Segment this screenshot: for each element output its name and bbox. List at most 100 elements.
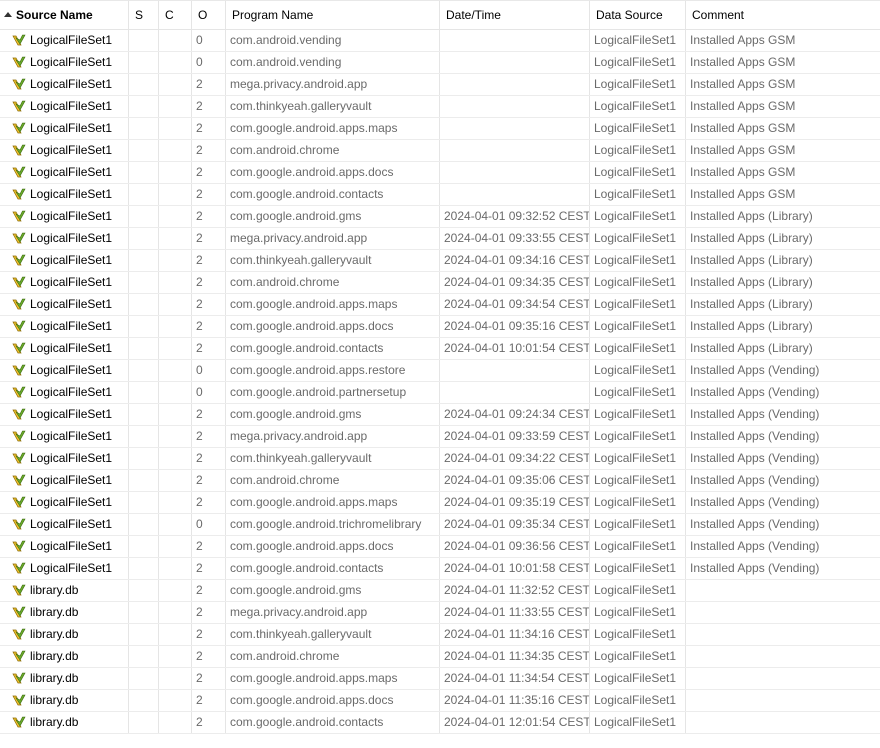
cell-text: Installed Apps GSM: [690, 187, 796, 201]
cell-data-source: LogicalFileSet1: [590, 74, 686, 95]
cell-text: com.google.android.apps.maps: [230, 671, 398, 685]
cell-source-name: LogicalFileSet1: [0, 206, 129, 227]
column-header-c[interactable]: C: [159, 1, 192, 30]
cell-text: 2: [196, 649, 203, 663]
cell-c: [159, 184, 192, 205]
file-tag-icon: [12, 254, 26, 266]
column-header-comment[interactable]: Comment: [686, 1, 880, 30]
table-row[interactable]: library.db 2 com.google.android.apps.doc…: [0, 690, 880, 712]
cell-comment: Installed Apps (Vending): [686, 536, 880, 557]
cell-program-name: com.android.chrome: [226, 646, 440, 667]
file-tag-icon: [12, 540, 26, 552]
cell-date-time: 2024-04-01 09:33:59 CEST: [440, 426, 590, 447]
cell-text: LogicalFileSet1: [594, 165, 677, 179]
table-row[interactable]: LogicalFileSet1 2 com.thinkyeah.galleryv…: [0, 250, 880, 272]
cell-text: Installed Apps (Vending): [690, 561, 820, 575]
table-row[interactable]: LogicalFileSet1 2 mega.privacy.android.a…: [0, 228, 880, 250]
cell-c: [159, 294, 192, 315]
cell-text: 2024-04-01 09:33:59 CEST: [444, 429, 590, 443]
cell-text: LogicalFileSet1: [594, 473, 677, 487]
cell-text: com.google.android.apps.docs: [230, 319, 394, 333]
cell-text: Installed Apps GSM: [690, 33, 796, 47]
file-tag-icon: [12, 298, 26, 310]
cell-date-time: 2024-04-01 09:34:22 CEST: [440, 448, 590, 469]
table-row[interactable]: LogicalFileSet1 0 com.google.android.tri…: [0, 514, 880, 536]
table-row[interactable]: LogicalFileSet1 2 com.google.android.app…: [0, 536, 880, 558]
table-row[interactable]: LogicalFileSet1 2 com.thinkyeah.galleryv…: [0, 448, 880, 470]
cell-comment: Installed Apps (Vending): [686, 492, 880, 513]
cell-date-time: [440, 118, 590, 139]
cell-comment: Installed Apps GSM: [686, 184, 880, 205]
cell-source-name: LogicalFileSet1: [0, 294, 129, 315]
table-row[interactable]: LogicalFileSet1 2 com.google.android.app…: [0, 162, 880, 184]
cell-text: LogicalFileSet1: [30, 561, 113, 575]
table-row[interactable]: LogicalFileSet1 2 com.google.android.gms…: [0, 206, 880, 228]
cell-s: [129, 470, 159, 491]
table-row[interactable]: LogicalFileSet1 0 com.android.vending Lo…: [0, 30, 880, 52]
table-row[interactable]: LogicalFileSet1 2 com.android.chrome Log…: [0, 140, 880, 162]
cell-source-name: LogicalFileSet1: [0, 514, 129, 535]
cell-program-name: com.google.android.apps.maps: [226, 118, 440, 139]
cell-text: com.google.android.gms: [230, 583, 362, 597]
table-row[interactable]: LogicalFileSet1 2 com.google.android.app…: [0, 492, 880, 514]
cell-program-name: com.google.android.apps.restore: [226, 360, 440, 381]
cell-text: com.thinkyeah.galleryvault: [230, 627, 372, 641]
cell-c: [159, 228, 192, 249]
cell-o: 2: [192, 404, 226, 425]
cell-c: [159, 624, 192, 645]
cell-data-source: LogicalFileSet1: [590, 316, 686, 337]
column-header-source-name[interactable]: Source Name: [0, 1, 129, 30]
table-row[interactable]: library.db 2 com.google.android.gms 2024…: [0, 580, 880, 602]
cell-s: [129, 360, 159, 381]
cell-date-time: 2024-04-01 10:01:54 CEST: [440, 338, 590, 359]
table-row[interactable]: LogicalFileSet1 2 com.thinkyeah.galleryv…: [0, 96, 880, 118]
table-row[interactable]: LogicalFileSet1 2 com.google.android.app…: [0, 294, 880, 316]
table-row[interactable]: LogicalFileSet1 2 com.android.chrome 202…: [0, 470, 880, 492]
table-row[interactable]: LogicalFileSet1 2 com.google.android.con…: [0, 184, 880, 206]
cell-text: LogicalFileSet1: [594, 539, 677, 553]
cell-text: 2024-04-01 11:35:16 CEST: [444, 693, 590, 707]
cell-text: 2: [196, 341, 203, 355]
table-row[interactable]: LogicalFileSet1 2 com.google.android.app…: [0, 118, 880, 140]
table-row[interactable]: LogicalFileSet1 0 com.android.vending Lo…: [0, 52, 880, 74]
table-row[interactable]: library.db 2 mega.privacy.android.app 20…: [0, 602, 880, 624]
table-row[interactable]: LogicalFileSet1 0 com.google.android.app…: [0, 360, 880, 382]
cell-comment: Installed Apps (Vending): [686, 558, 880, 579]
column-header-date-time[interactable]: Date/Time: [440, 1, 590, 30]
column-header-o[interactable]: O: [192, 1, 226, 30]
cell-c: [159, 514, 192, 535]
cell-text: com.google.android.contacts: [230, 715, 384, 729]
file-tag-icon: [12, 78, 26, 90]
cell-date-time: [440, 74, 590, 95]
cell-program-name: com.thinkyeah.galleryvault: [226, 96, 440, 117]
column-header-data-source[interactable]: Data Source: [590, 1, 686, 30]
cell-o: 2: [192, 250, 226, 271]
cell-program-name: com.thinkyeah.galleryvault: [226, 250, 440, 271]
cell-text: com.android.vending: [230, 55, 342, 69]
cell-comment: [686, 646, 880, 667]
cell-date-time: [440, 52, 590, 73]
cell-comment: Installed Apps (Library): [686, 272, 880, 293]
table-row[interactable]: LogicalFileSet1 2 com.google.android.con…: [0, 338, 880, 360]
table-row[interactable]: LogicalFileSet1 2 mega.privacy.android.a…: [0, 426, 880, 448]
table-row[interactable]: LogicalFileSet1 2 com.google.android.con…: [0, 558, 880, 580]
table-row[interactable]: LogicalFileSet1 2 com.android.chrome 202…: [0, 272, 880, 294]
cell-text: mega.privacy.android.app: [230, 429, 368, 443]
cell-text: mega.privacy.android.app: [230, 605, 368, 619]
table-row[interactable]: LogicalFileSet1 0 com.google.android.par…: [0, 382, 880, 404]
table-row[interactable]: library.db 2 com.google.android.apps.map…: [0, 668, 880, 690]
column-header-s[interactable]: S: [129, 1, 159, 30]
table-row[interactable]: library.db 2 com.android.chrome 2024-04-…: [0, 646, 880, 668]
column-header-program-name[interactable]: Program Name: [226, 1, 440, 30]
table-row[interactable]: LogicalFileSet1 2 mega.privacy.android.a…: [0, 74, 880, 96]
table-row[interactable]: library.db 2 com.thinkyeah.galleryvault …: [0, 624, 880, 646]
table-row[interactable]: LogicalFileSet1 2 com.google.android.app…: [0, 316, 880, 338]
table-row[interactable]: LogicalFileSet1 2 com.google.android.gms…: [0, 404, 880, 426]
cell-o: 2: [192, 206, 226, 227]
file-tag-icon: [12, 276, 26, 288]
cell-program-name: com.google.android.apps.docs: [226, 536, 440, 557]
cell-program-name: mega.privacy.android.app: [226, 426, 440, 447]
cell-source-name: LogicalFileSet1: [0, 30, 129, 51]
cell-text: LogicalFileSet1: [594, 121, 677, 135]
table-row[interactable]: library.db 2 com.google.android.contacts…: [0, 712, 880, 734]
